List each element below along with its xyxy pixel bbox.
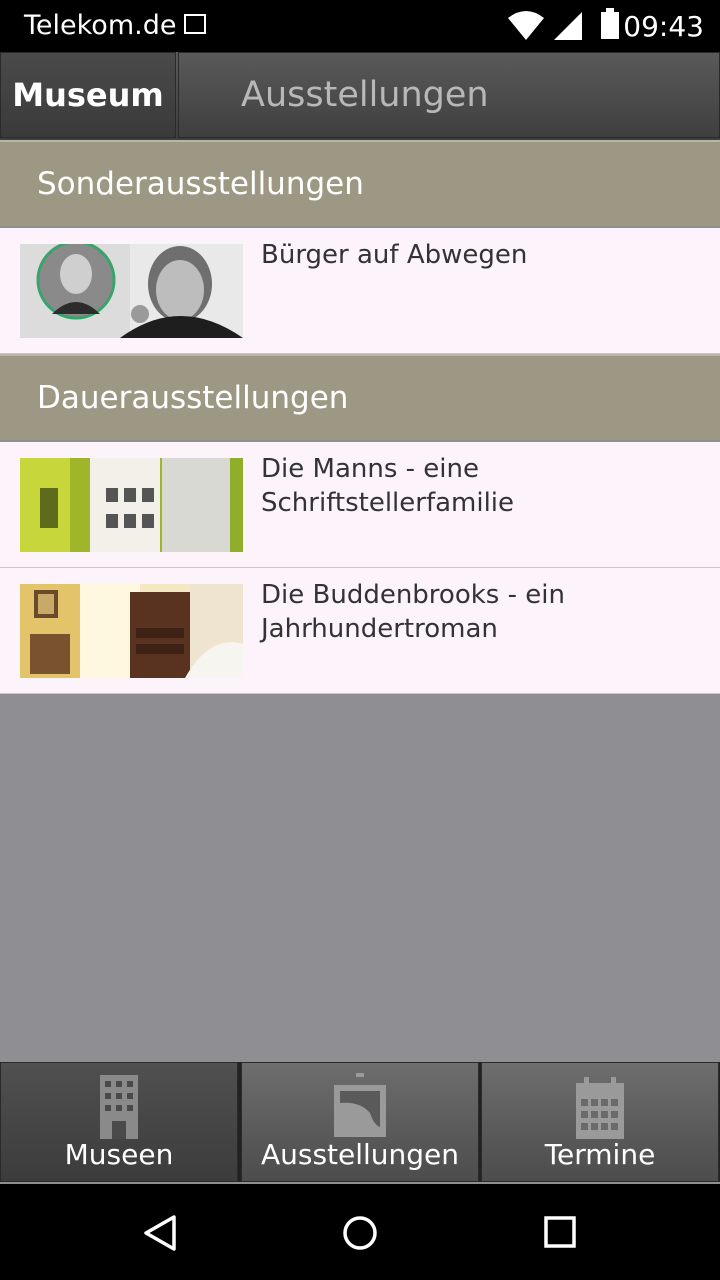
exhibition-title: Die Manns - eine Schriftstellerfamilie bbox=[261, 454, 515, 518]
back-icon[interactable] bbox=[142, 1214, 178, 1252]
top-tab-bar: Museum Ausstellungen bbox=[0, 52, 720, 140]
exhibition-thumbnail bbox=[20, 458, 243, 552]
nav-museen-label: Museen bbox=[64, 1138, 174, 1171]
clock: 09:43 bbox=[623, 10, 704, 43]
battery-icon bbox=[601, 8, 619, 39]
recents-icon[interactable] bbox=[543, 1214, 577, 1252]
nav-ausstellungen-button[interactable]: Ausstellungen bbox=[241, 1062, 479, 1182]
signal-icon bbox=[554, 12, 582, 40]
list-item[interactable]: Die Buddenbrooks - ein Jahrhundertroman bbox=[0, 568, 720, 694]
wifi-icon bbox=[508, 11, 544, 40]
calendar-icon bbox=[576, 1077, 624, 1139]
status-bar: Telekom.de 09:43 bbox=[0, 0, 720, 52]
picture-icon bbox=[334, 1073, 386, 1137]
system-navigation-bar bbox=[0, 1184, 720, 1280]
nav-museen-button[interactable]: Museen bbox=[0, 1062, 238, 1182]
carrier-name: Telekom.de bbox=[24, 10, 177, 41]
list-item[interactable]: Die Manns - eine Schriftstellerfamilie bbox=[0, 442, 720, 568]
tab-ausstellungen[interactable]: Ausstellungen bbox=[178, 52, 720, 138]
exhibition-thumbnail bbox=[20, 584, 243, 678]
exhibition-title: Bürger auf Abwegen bbox=[261, 240, 528, 270]
section-header-sonderausstellungen: Sonderausstellungen bbox=[0, 140, 720, 226]
nav-termine-button[interactable]: Termine bbox=[481, 1062, 719, 1182]
section-header-dauerausstellungen: Dauerausstellungen bbox=[0, 354, 720, 440]
tab-museum[interactable]: Museum bbox=[0, 52, 176, 138]
image-notification-icon bbox=[184, 14, 206, 34]
nav-termine-label: Termine bbox=[544, 1138, 656, 1171]
building-icon bbox=[100, 1075, 138, 1139]
bottom-navigation: Museen Ausstellungen Termine bbox=[0, 1062, 720, 1182]
exhibition-title: Die Buddenbrooks - ein Jahrhundertroman bbox=[261, 580, 565, 644]
nav-ausstellungen-label: Ausstellungen bbox=[260, 1138, 460, 1171]
list-item[interactable]: Bürger auf Abwegen bbox=[0, 228, 720, 354]
exhibition-thumbnail bbox=[20, 244, 243, 338]
home-icon[interactable] bbox=[342, 1214, 378, 1252]
